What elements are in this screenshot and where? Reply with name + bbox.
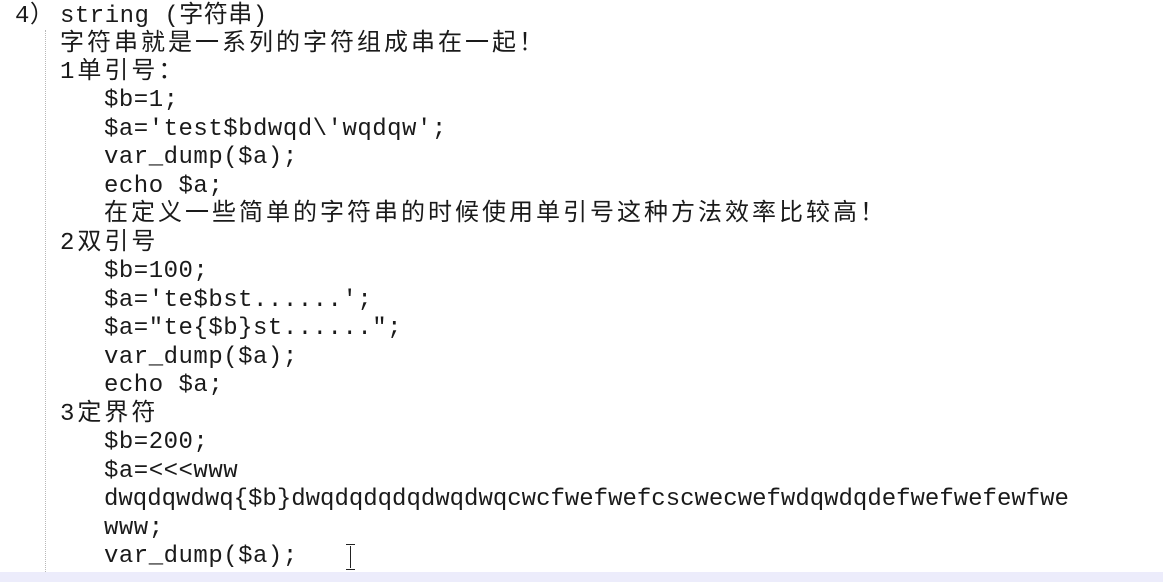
subheading: 1单引号：: [60, 59, 186, 86]
code-line: $b=200;: [104, 429, 209, 456]
subheading: 2双引号: [60, 230, 159, 257]
code-line: dwqdqwdwq{$b}dwqdqdqdqdwqdwqcwcfwefwefcs…: [104, 486, 1069, 513]
list-number: 4）: [15, 3, 55, 30]
current-line-highlight: [0, 572, 1163, 582]
code-line: var_dump($a);: [104, 543, 298, 570]
code-line: $b=1;: [104, 87, 179, 114]
code-line: $a="te{$b}st......";: [104, 315, 403, 342]
code-line: $a=<<<www: [104, 458, 239, 485]
text-line: 字符串就是一系列的字符组成串在一起！: [60, 31, 546, 58]
code-line: var_dump($a);: [104, 144, 298, 171]
code-line: $a='test$bdwqd\'wqdqw';: [104, 116, 447, 143]
code-line: www;: [104, 515, 164, 542]
text-line: 在定义一些简单的字符串的时候使用单引号这种方法效率比较高！: [104, 201, 887, 228]
text-cursor-icon: [346, 544, 355, 570]
code-line: $a='te$bst......';: [104, 287, 373, 314]
section-heading: string (字符串): [60, 3, 268, 30]
code-line: echo $a;: [104, 173, 224, 200]
code-line: echo $a;: [104, 372, 224, 399]
code-line: $b=100;: [104, 258, 209, 285]
indent-guide: [45, 30, 46, 582]
subheading: 3定界符: [60, 401, 159, 428]
code-line: var_dump($a);: [104, 344, 298, 371]
